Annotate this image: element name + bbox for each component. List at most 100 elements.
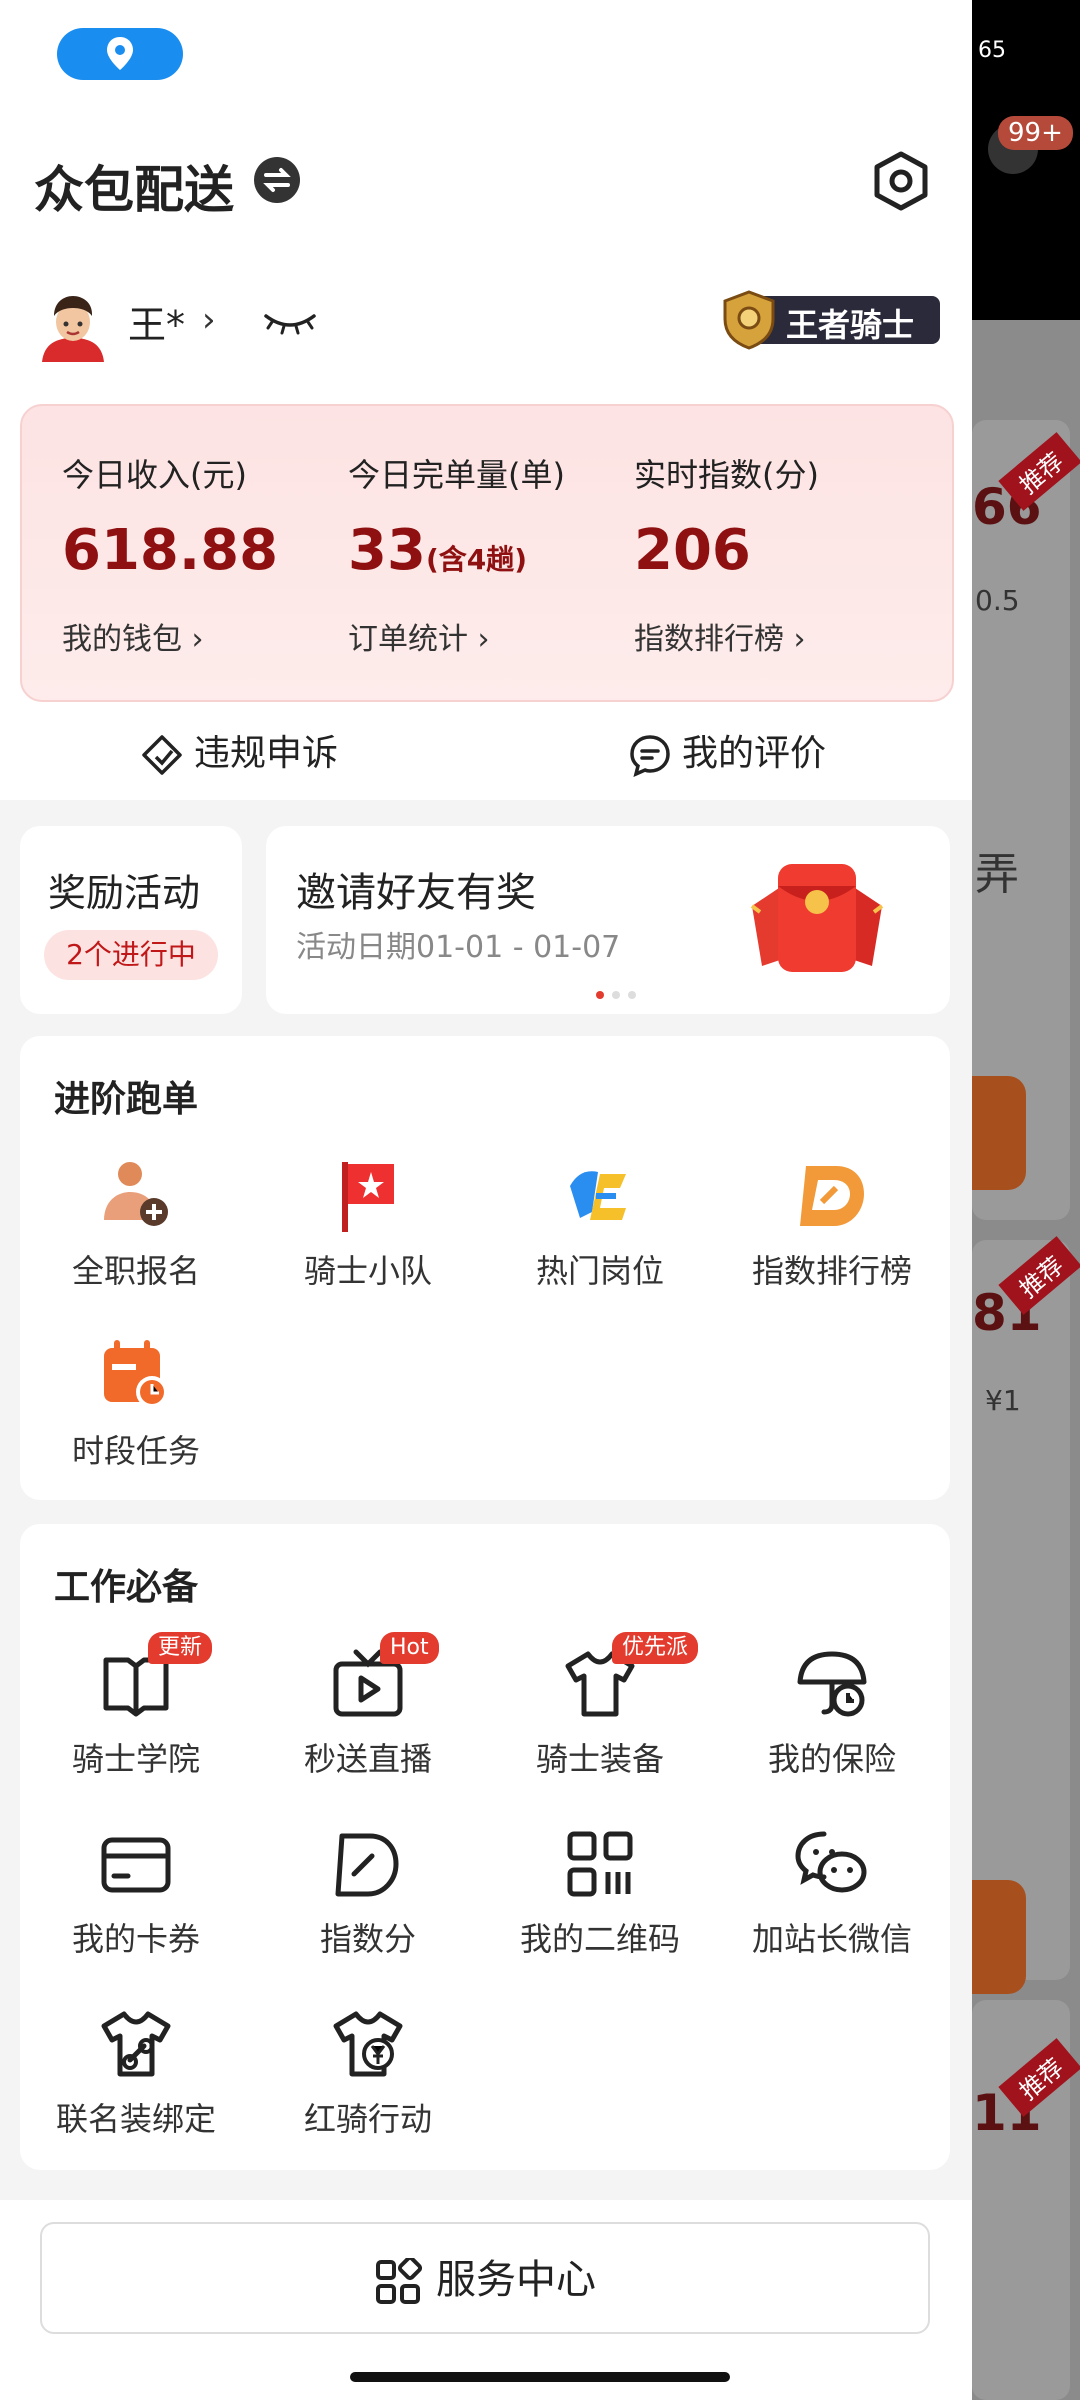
chat-bubble-icon [630,735,670,778]
index-rank-link[interactable]: 指数排行榜 › [634,614,806,658]
grid-item-label: 热门岗位 [535,1252,664,1290]
home-indicator [350,2372,730,2382]
apps-grid-icon [376,2255,423,2304]
invite-banner[interactable]: 邀请好友有奖 活动日期01-01 - 01-07 [266,826,950,1014]
grid-item-coupons[interactable]: 我的卡券 [20,1824,252,1960]
index-score-icon [335,1833,399,1897]
update-badge: 更新 [148,1632,213,1664]
wallet-link[interactable]: 我的钱包 › [62,614,204,658]
grid-item-wechat[interactable]: 加站长微信 [716,1824,948,1960]
income-value: 618.88 [62,518,279,583]
appeal-button[interactable]: 违规申诉 [140,724,338,777]
grid-item-insurance[interactable]: 我的保险 [716,1644,948,1780]
hot-jobs-icon [570,1171,626,1220]
switch-mode-icon[interactable] [254,157,300,203]
user-name[interactable]: 王* [128,294,185,349]
grid-item-label: 指数排行榜 [751,1252,912,1290]
index-label: 实时指数(分) [634,456,819,494]
wallet-link-label: 我的钱包 [62,622,182,657]
today-stats-card: 今日收入(元) 618.88 我的钱包 › 今日完单量(单) 33(含4趟) 订… [20,404,954,702]
appeal-icon [142,735,182,775]
location-button[interactable] [57,28,183,80]
reward-status-badge: 2个进行中 [44,930,218,980]
orders-trips: (含4趟) [425,543,528,576]
drawer-header-area: 众包配送 王* › 王者骑士 今日收入(元) 618.88 我的钱包 › 今日完… [0,0,972,800]
index-rank-icon [800,1166,864,1226]
reward-activity-card[interactable]: 奖励活动 2个进行中 [20,826,242,1014]
avatar[interactable] [36,288,110,362]
grid-item-red-rider-action[interactable]: 红骑行动 [252,2004,484,2140]
grid-item-label: 骑士小队 [303,1252,432,1290]
grid-item-qrcode[interactable]: 我的二维码 [484,1824,716,1960]
service-center-button[interactable]: 服务中心 [40,2222,930,2334]
grid-item-index-rank[interactable]: 指数排行榜 [716,1156,948,1292]
grid-item-label: 我的卡券 [71,1920,200,1958]
shirt-yuan-icon [333,2011,403,2077]
grid-item-label: 全职报名 [71,1252,200,1290]
page-title: 众包配送 [34,161,234,219]
orders-count: 33 [348,518,426,583]
reward-title: 奖励活动 [48,871,201,915]
grid-item-rider-academy[interactable]: 更新 骑士学院 [20,1632,252,1780]
background-orange-button [972,1880,1026,1994]
order-stats-link[interactable]: 订单统计 › [348,614,490,658]
location-pin-icon [107,37,133,70]
umbrella-clock-icon [797,1651,867,1717]
background-orange-button [972,1076,1026,1190]
notification-count: 99+ [998,116,1073,150]
grid-item-label: 我的保险 [767,1740,896,1778]
grid-item-timeslot-task[interactable]: 时段任务 [20,1336,252,1472]
grid-item-label: 骑士装备 [535,1740,664,1778]
my-reviews-label: 我的评价 [682,733,827,774]
grid-item-index-score[interactable]: 指数分 [252,1824,484,1960]
orders-value: 33(含4趟) [348,518,527,583]
bottom-bar: 服务中心 [0,2200,972,2400]
calendar-clock-icon [104,1340,168,1408]
card-icon [101,1837,171,1893]
shirt-link-icon [101,2011,171,2077]
fulltime-signup-icon [104,1162,168,1226]
hot-badge: Hot [380,1632,439,1664]
grid-item-label: 骑士学院 [71,1740,200,1778]
grid-item-label: 联名装绑定 [55,2100,216,2138]
king-shield-icon [723,290,775,350]
advanced-section-title: 进阶跑单 [54,1079,199,1120]
background-text: 弄 [975,849,1019,900]
essentials-section-title: 工作必备 [54,1567,199,1608]
grid-item-label: 我的二维码 [519,1920,680,1958]
background-text: ¥1 [985,1384,1021,1417]
rank-badge[interactable]: 王者骑士 [723,290,940,350]
battery-level: 65 [978,38,1006,63]
side-drawer: 众包配送 王* › 王者骑士 今日收入(元) 618.88 我的钱包 › 今日完… [0,0,972,2400]
grid-item-label: 秒送直播 [303,1740,432,1778]
index-value: 206 [634,518,751,583]
essentials-section: 工作必备 更新 骑士学院 Hot 秒送直播 优先派 骑士装备 我的保险 我的卡券… [20,1524,950,2170]
wechat-icon [795,1831,867,1893]
service-center-label: 服务中心 [436,2257,596,2303]
background-order-card [972,1240,1070,1980]
index-rank-link-label: 指数排行榜 [634,622,784,657]
priority-badge: 优先派 [612,1632,699,1664]
grid-item-label: 红骑行动 [303,2100,432,2138]
hide-eye-icon[interactable] [262,308,318,338]
rank-label: 王者骑士 [786,306,915,344]
grid-item-rider-team[interactable]: 骑士小队 [252,1156,484,1292]
background-text: 0.5 [975,584,1020,617]
my-reviews-button[interactable]: 我的评价 [628,724,827,778]
chevron-right-icon[interactable]: › [202,300,216,340]
grid-item-rider-gear[interactable]: 优先派 骑士装备 [484,1632,716,1780]
grid-item-fulltime-signup[interactable]: 全职报名 [20,1156,252,1292]
red-envelope-icon [750,864,884,972]
grid-item-cobrand-binding[interactable]: 联名装绑定 [20,2004,252,2140]
order-stats-link-label: 订单统计 [348,622,468,657]
invite-date: 活动日期01-01 - 01-07 [296,930,621,965]
background-status-area: 65 99+ [970,0,1080,320]
flag-icon [342,1162,394,1232]
advanced-section: 进阶跑单 全职报名 骑士小队 热门岗位 指数排行榜 时段任务 [20,1036,950,1500]
grid-item-hot-jobs[interactable]: 热门岗位 [484,1156,716,1292]
invite-title: 邀请好友有奖 [296,870,536,916]
grid-item-live-stream[interactable]: Hot 秒送直播 [252,1632,484,1780]
carousel-dots [596,991,636,999]
grid-item-label: 时段任务 [71,1432,200,1470]
settings-icon[interactable] [870,150,932,212]
